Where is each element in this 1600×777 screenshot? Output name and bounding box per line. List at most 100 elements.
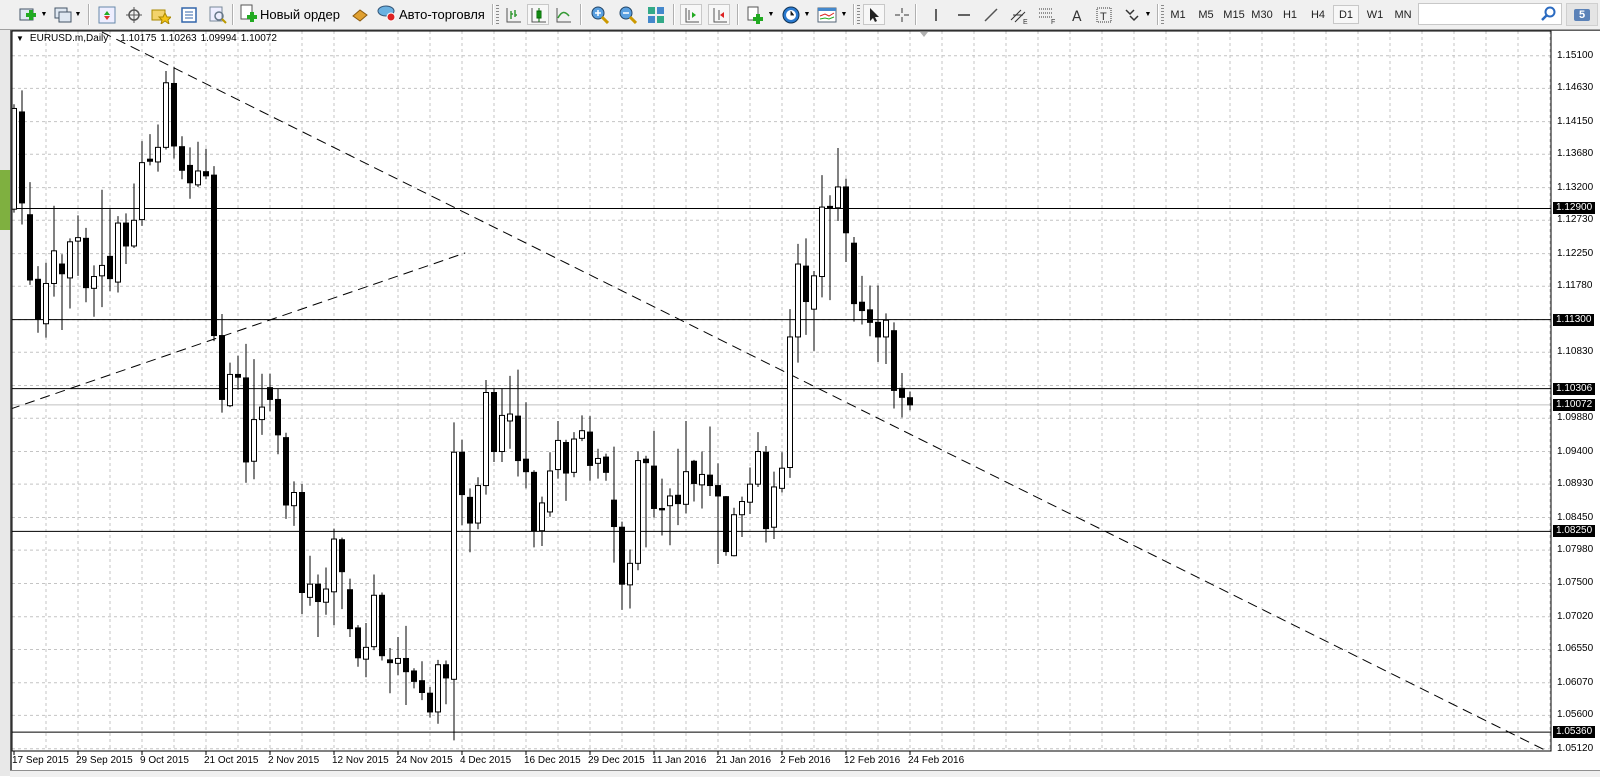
level-price-label: 1.12900 (1553, 202, 1596, 215)
candle (83, 227, 89, 303)
candle-body-bearish (179, 146, 185, 171)
level-price-label: 1.05360 (1553, 726, 1596, 739)
candle-body-bearish (803, 265, 809, 303)
candle (811, 270, 817, 351)
candle (835, 148, 841, 221)
candle (91, 265, 97, 317)
candle-body-bullish (635, 460, 641, 564)
candle-body-bullish (363, 646, 369, 660)
candle (283, 432, 289, 519)
candle-body-bullish (555, 439, 561, 471)
candle-body-bearish (659, 507, 665, 511)
date-axis-label: 11 Jan 2016 (652, 755, 707, 766)
candle (331, 528, 337, 626)
price-axis-label: 1.09880 (1557, 412, 1594, 424)
candle-body-bearish (427, 692, 433, 713)
candle-body-bullish (771, 486, 777, 528)
candle (395, 636, 401, 676)
candle-body-bullish (475, 485, 481, 524)
candle (203, 148, 209, 180)
candle (339, 537, 345, 610)
price-chart[interactable] (0, 0, 1600, 776)
candle (219, 314, 225, 413)
price-axis-label: 1.06550 (1557, 643, 1594, 655)
candle-body-bullish (739, 501, 745, 516)
candle-body-bearish (891, 330, 897, 391)
candle-body-bullish (571, 438, 577, 473)
date-axis-label: 2 Nov 2015 (268, 755, 320, 766)
candle-body-bearish (35, 278, 41, 320)
candle-body-bearish (515, 415, 521, 462)
candle (899, 373, 905, 418)
candle (371, 574, 377, 651)
candle-body-bullish (291, 492, 297, 507)
candle-body-bullish (323, 588, 329, 603)
price-axis-label: 1.12730 (1557, 214, 1594, 226)
candle-body-bearish (243, 377, 249, 463)
candle (179, 136, 185, 180)
date-axis-label: 9 Oct 2015 (140, 755, 189, 766)
candle (907, 391, 913, 411)
candle (475, 477, 481, 530)
candle-body-bearish (707, 474, 713, 487)
date-axis-label: 12 Nov 2015 (332, 755, 389, 766)
candle (827, 195, 833, 301)
chart-menu-triangle-icon[interactable]: ▼ (16, 34, 24, 43)
candle (19, 90, 25, 225)
candle (59, 254, 65, 330)
candle-body-bearish (875, 321, 881, 338)
candle (779, 452, 785, 493)
candle-body-bullish (395, 657, 401, 664)
descending-trendline[interactable] (101, 31, 1549, 752)
level-price-label: 1.08250 (1553, 525, 1596, 538)
chart-shift-marker-icon[interactable] (920, 32, 928, 37)
candle (75, 215, 81, 276)
candle-body-bullish (227, 373, 233, 407)
candle-body-bearish (419, 680, 425, 694)
candle (587, 416, 593, 481)
candle-body-bearish (355, 627, 361, 659)
candle-body-bearish (411, 670, 417, 682)
candle (859, 275, 865, 325)
candle-body-bearish (299, 492, 305, 593)
candle-body-bullish (251, 419, 257, 462)
candle-body-bearish (723, 496, 729, 553)
candle-body-bullish (435, 664, 441, 713)
price-axis-label: 1.05600 (1557, 709, 1594, 721)
price-axis-label: 1.10830 (1557, 346, 1594, 358)
ohlc-open: 1.10175 (120, 33, 157, 44)
candle (163, 70, 169, 150)
price-axis-label: 1.12250 (1557, 247, 1594, 259)
candle-body-bearish (203, 171, 209, 177)
candle (43, 262, 49, 338)
candle-body-bearish (235, 373, 241, 378)
candle-body-bullish (139, 162, 145, 221)
price-axis-label: 1.07020 (1557, 610, 1594, 622)
date-axis-label: 29 Dec 2015 (588, 755, 645, 766)
candle-body-bearish (339, 539, 345, 573)
candle (403, 625, 409, 705)
candle-body-bullish (499, 414, 505, 453)
candle-body-bearish (611, 499, 617, 528)
candle-body-bearish (691, 460, 697, 484)
level-price-label: 1.10072 (1553, 398, 1596, 411)
price-axis-label: 1.07980 (1557, 544, 1594, 556)
candle (171, 66, 177, 159)
candle-body-bullish (787, 336, 793, 469)
candle-body-bullish (747, 483, 753, 503)
price-axis-label: 1.06070 (1557, 676, 1594, 688)
candle-body-bullish (579, 430, 585, 439)
candle (635, 451, 641, 571)
candle-body-bearish (523, 458, 529, 473)
candle-body-bearish (171, 82, 177, 147)
price-axis-label: 1.14630 (1557, 82, 1594, 94)
candle-body-bullish (331, 538, 337, 593)
candle (683, 420, 689, 514)
candle (195, 141, 201, 187)
candle-body-bullish (259, 406, 265, 421)
candle-body-bearish (907, 397, 913, 406)
price-axis-label: 1.11780 (1557, 280, 1593, 292)
candle-body-bullish (627, 562, 633, 586)
candle (619, 521, 625, 610)
candle-body-bearish (443, 664, 449, 679)
